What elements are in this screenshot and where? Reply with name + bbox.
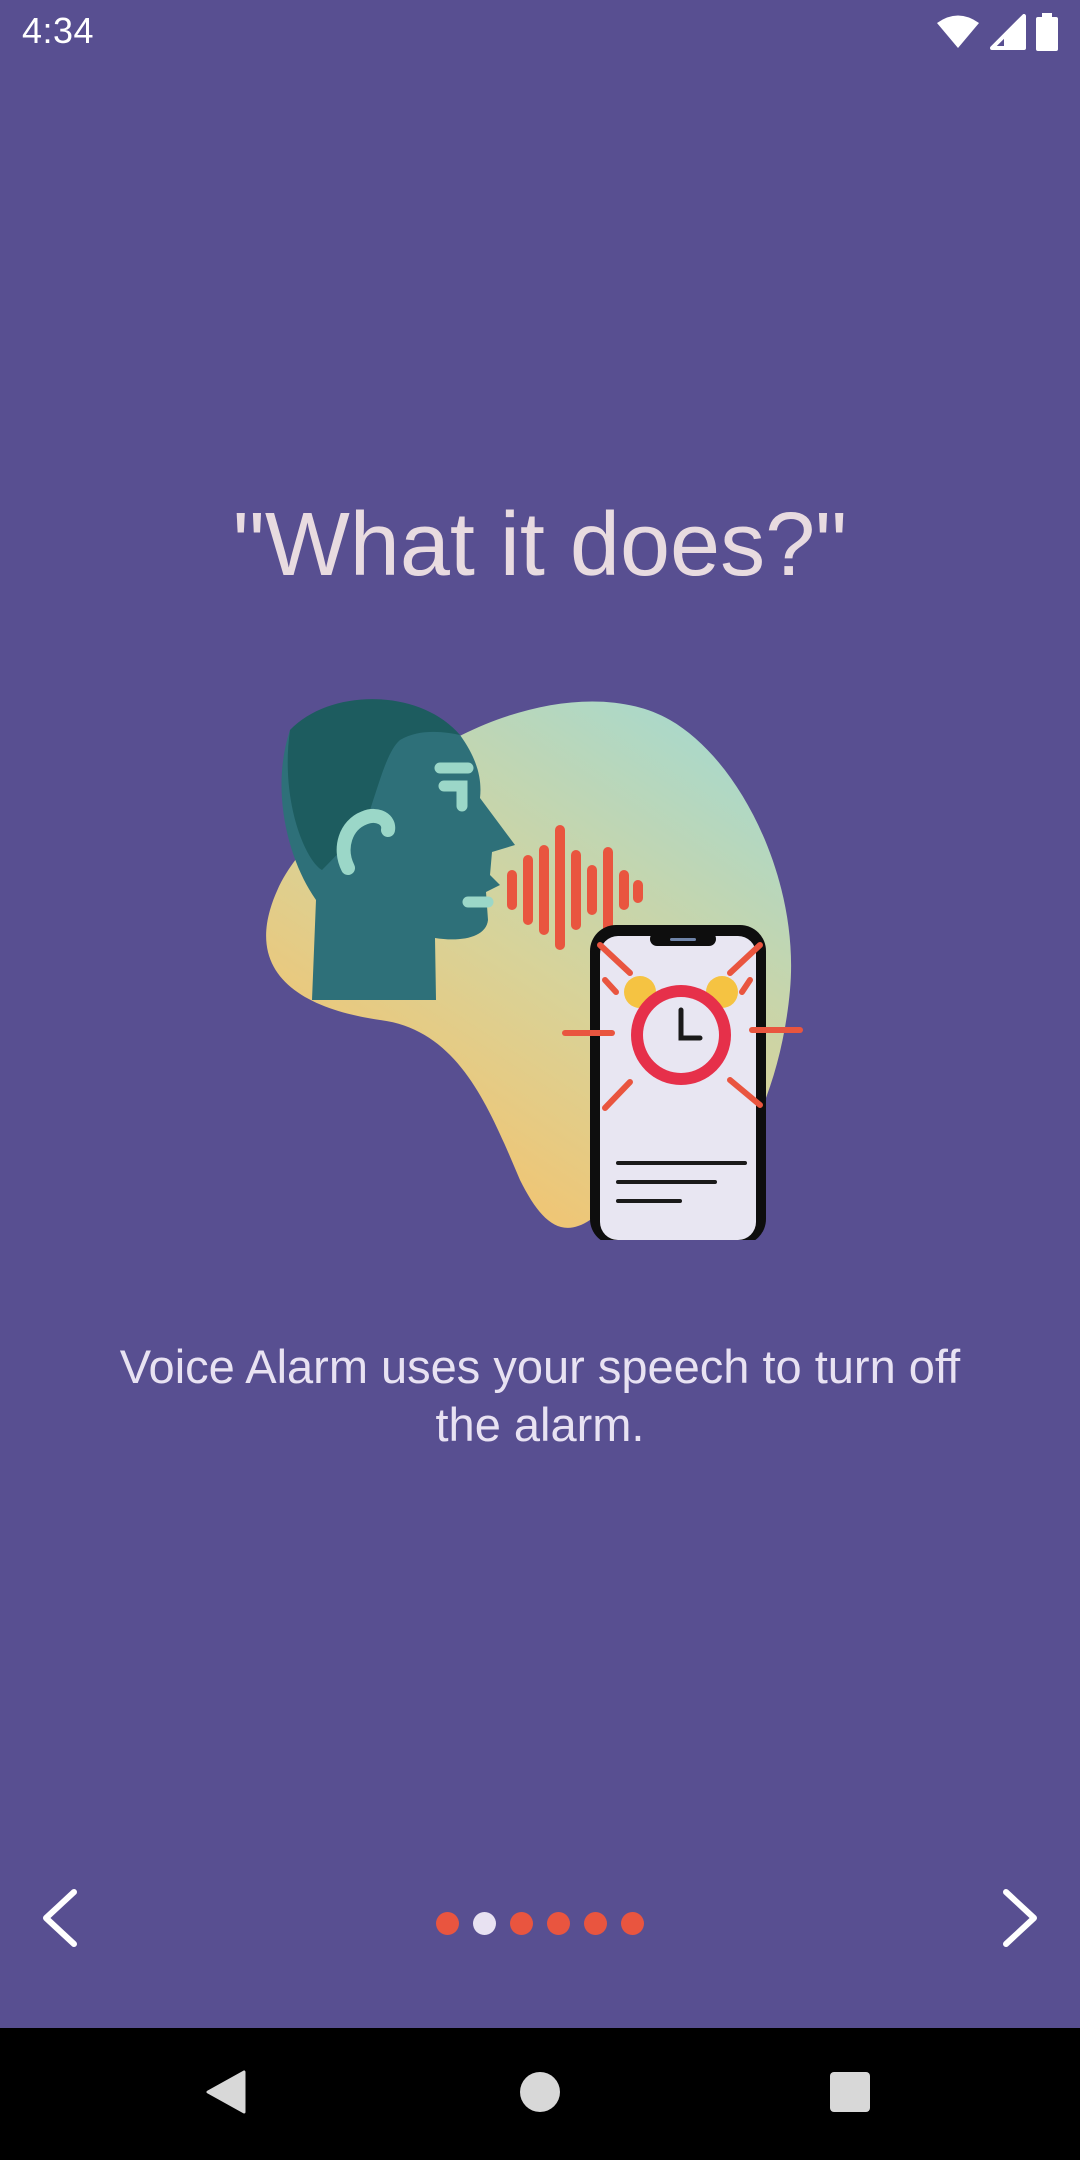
page-indicator [0, 1912, 1080, 1935]
status-icons [936, 12, 1058, 56]
status-time: 4:34 [22, 10, 95, 51]
page-dot-2-active[interactable] [473, 1912, 496, 1935]
home-circle-icon [518, 2070, 562, 2119]
page-dot-1[interactable] [436, 1912, 459, 1935]
person-speaking-to-phone-alarm-illustration [260, 680, 820, 1245]
cell-signal-icon [990, 13, 1026, 55]
back-triangle-icon [204, 2068, 248, 2121]
status-bar: 4:34 [0, 0, 1080, 66]
next-page-button[interactable] [980, 1880, 1060, 1960]
wifi-icon [936, 14, 980, 55]
onboarding-description: Voice Alarm uses your speech to turn off… [119, 1340, 961, 1451]
page-dot-6[interactable] [621, 1912, 644, 1935]
system-navigation-bar [0, 2028, 1080, 2160]
page-dot-4[interactable] [547, 1912, 570, 1935]
battery-icon [1036, 12, 1058, 56]
system-recent-apps-button[interactable] [784, 2028, 916, 2160]
page-dot-3[interactable] [510, 1912, 533, 1935]
system-home-button[interactable] [474, 2028, 606, 2160]
recent-apps-square-icon [829, 2071, 871, 2118]
page-dot-5[interactable] [584, 1912, 607, 1935]
onboarding-screen: 4:34 "What it does?" Voice Alarm uses yo… [0, 0, 1080, 2160]
chevron-right-icon [998, 1888, 1042, 1953]
page-title: "What it does?" [232, 495, 848, 595]
system-back-button[interactable] [160, 2028, 292, 2160]
